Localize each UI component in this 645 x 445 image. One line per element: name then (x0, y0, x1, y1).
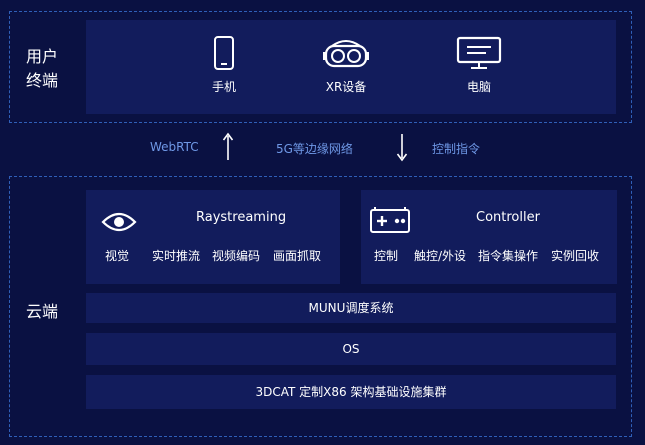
instruction-set-label: 指令集操作 (478, 249, 539, 263)
control-command-label: 控制指令 (432, 142, 481, 156)
infrastructure-bar: 3DCAT 定制X86 架构基础设施集群 (86, 375, 616, 409)
instance-recycle-label: 实例回收 (551, 249, 600, 263)
vision-label: 视觉 (105, 249, 130, 263)
phone-icon (214, 36, 234, 70)
user-terminal-label-line2: 终端 (26, 71, 59, 90)
raystreaming-title: Raystreaming (196, 210, 287, 225)
controller-title: Controller (476, 210, 540, 225)
device-xr-label: XR设备 (325, 80, 367, 94)
controller-card (361, 190, 617, 284)
arrow-up-icon (222, 132, 234, 160)
device-phone-label: 手机 (211, 80, 236, 94)
video-encoding-label: 视频编码 (212, 249, 261, 263)
arrow-down-icon (396, 134, 408, 162)
munu-scheduler-bar: MUNU调度系统 (86, 293, 616, 323)
user-terminal-label-line1: 用户 (26, 47, 59, 66)
cloud-label: 云端 (26, 302, 59, 321)
device-pc: 电脑 (434, 36, 524, 95)
os-bar: OS (86, 333, 616, 365)
device-phone: 手机 (179, 36, 269, 95)
gamepad-icon (370, 207, 410, 233)
eye-icon (101, 212, 137, 232)
vr-headset-icon (323, 40, 369, 68)
monitor-icon (456, 36, 502, 69)
device-xr: XR设备 (301, 36, 391, 95)
user-terminal-label: 用户 终端 (26, 45, 58, 93)
realtime-push-label: 实时推流 (152, 249, 201, 263)
webrtc-label: WebRTC (150, 140, 199, 154)
raystreaming-card (86, 190, 340, 284)
network-label: 5G等边缘网络 (276, 142, 353, 156)
touch-peripheral-label: 触控/外设 (414, 249, 467, 263)
frame-capture-label: 画面抓取 (273, 249, 322, 263)
control-label: 控制 (374, 249, 399, 263)
device-pc-label: 电脑 (466, 80, 491, 94)
